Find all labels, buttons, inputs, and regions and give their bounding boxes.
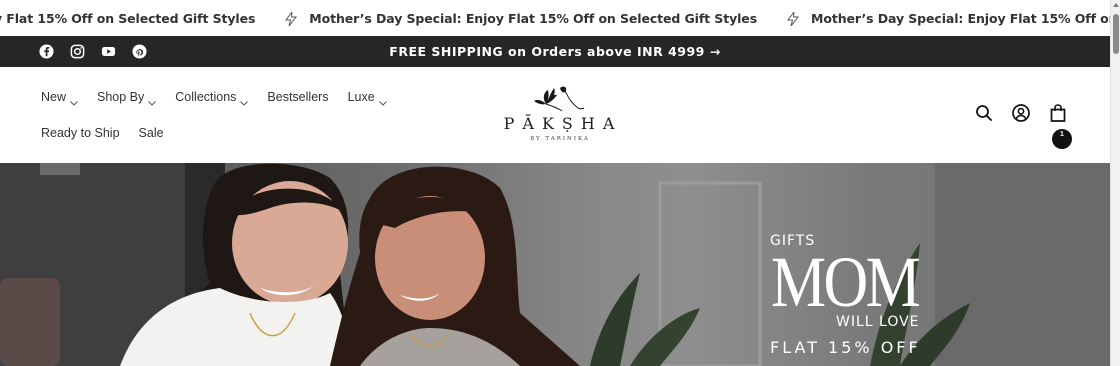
hero-line-mom: MOM bbox=[771, 242, 921, 322]
cart-icon[interactable]: 1 bbox=[1048, 103, 1072, 149]
nav-label: Collections bbox=[175, 90, 237, 104]
nav-label: Ready to Ship bbox=[41, 126, 120, 140]
brand-name: PĀKṢHA bbox=[503, 114, 623, 133]
lotus-logo-icon bbox=[532, 82, 588, 112]
site-header: New Shop By Collections Bestsellers Luxe… bbox=[0, 67, 1110, 163]
marquee-item: Mother’s Day Special: Enjoy Flat 15% Off… bbox=[757, 9, 1110, 26]
nav-item-sale[interactable]: Sale bbox=[139, 126, 164, 140]
marquee-item: y Flat 15% Off on Selected Gift Styles bbox=[0, 11, 255, 26]
search-icon[interactable] bbox=[974, 103, 994, 123]
nav-label: Shop By bbox=[97, 90, 145, 104]
chevron-down-icon bbox=[70, 95, 78, 106]
chevron-down-icon bbox=[148, 95, 157, 106]
header-actions: 1 bbox=[974, 103, 1072, 149]
marquee-text: Mother’s Day Special: Enjoy Flat 15% Off… bbox=[811, 11, 1110, 26]
brand-subtitle: BY TARINIKA bbox=[530, 136, 590, 142]
nav-item-shop-by[interactable]: Shop By bbox=[97, 90, 157, 106]
cart-count-badge: 1 bbox=[1052, 129, 1072, 149]
marquee-track: y Flat 15% Off on Selected Gift Styles M… bbox=[0, 9, 1110, 26]
brand-logo[interactable]: PĀKṢHA BY TARINIKA bbox=[490, 82, 630, 146]
nav-item-bestsellers[interactable]: Bestsellers bbox=[267, 90, 328, 104]
nav-label: Sale bbox=[138, 126, 164, 140]
nav-label: New bbox=[41, 90, 67, 104]
bolt-icon bbox=[787, 9, 800, 26]
marquee-item: Mother’s Day Special: Enjoy Flat 15% Off… bbox=[255, 9, 758, 26]
nav-item-collections[interactable]: Collections bbox=[175, 90, 249, 106]
scroll-up-arrow-icon[interactable] bbox=[1113, 3, 1119, 7]
nav-item-new[interactable]: New bbox=[41, 90, 78, 106]
hero-caption: GIFTS MOM WILL LOVE FLAT 15% OFF bbox=[770, 233, 950, 357]
scroll-thumb[interactable] bbox=[1113, 14, 1119, 54]
nav-label: Luxe bbox=[347, 90, 375, 104]
bolt-icon bbox=[285, 9, 298, 26]
chevron-down-icon bbox=[240, 95, 249, 106]
marquee-text: y Flat 15% Off on Selected Gift Styles bbox=[0, 11, 256, 26]
nav-item-ready-to-ship[interactable]: Ready to Ship bbox=[41, 126, 120, 140]
nav-label: Bestsellers bbox=[267, 90, 329, 104]
announcement-bar: FREE SHIPPING on Orders above INR 4999 → bbox=[0, 36, 1110, 67]
nav-row-secondary: Ready to Ship Sale bbox=[41, 126, 183, 140]
nav-row-primary: New Shop By Collections Bestsellers Luxe bbox=[41, 90, 406, 106]
marquee-text: Mother’s Day Special: Enjoy Flat 15% Off… bbox=[309, 11, 758, 26]
hero-line-discount: FLAT 15% OFF bbox=[770, 338, 921, 357]
nav-item-luxe[interactable]: Luxe bbox=[347, 90, 387, 106]
hero-banner[interactable]: GIFTS MOM WILL LOVE FLAT 15% OFF bbox=[0, 163, 1110, 366]
chevron-down-icon bbox=[378, 95, 387, 106]
free-shipping-link[interactable]: FREE SHIPPING on Orders above INR 4999 → bbox=[0, 44, 1110, 59]
page-scrollbar[interactable] bbox=[1110, 0, 1120, 366]
promo-marquee: y Flat 15% Off on Selected Gift Styles M… bbox=[0, 0, 1110, 36]
account-icon[interactable] bbox=[1011, 103, 1031, 123]
